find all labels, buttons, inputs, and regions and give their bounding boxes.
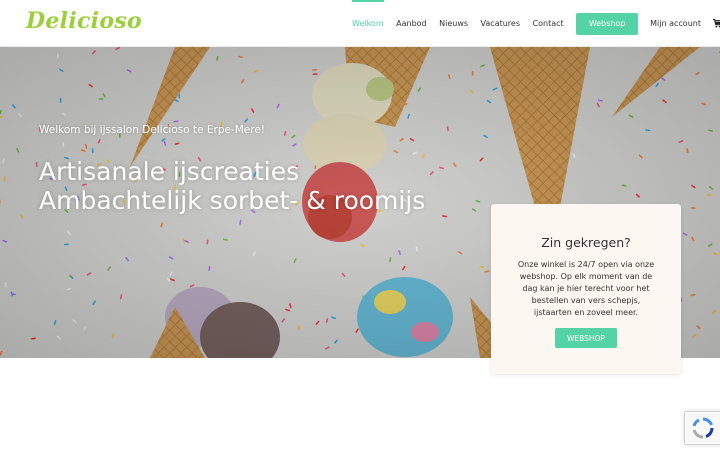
site-header: Delicioso Welkom Aanbod Nieuws Vacatures… <box>0 0 720 47</box>
webshop-button[interactable]: Webshop <box>576 12 639 35</box>
nav-item-aanbod[interactable]: Aanbod <box>396 0 427 47</box>
nav-item-vacatures[interactable]: Vacatures <box>481 0 520 47</box>
main-nav: Welkom Aanbod Nieuws Vacatures Contact W… <box>352 0 720 47</box>
logo[interactable]: Delicioso <box>26 8 142 34</box>
card-webshop-button[interactable]: WEBSHOP <box>555 328 617 348</box>
recaptcha-icon <box>692 417 714 439</box>
nav-item-account[interactable]: Mijn account <box>650 0 701 47</box>
hero-subtitle: Welkom bij ijssalon Delicioso te Erpe-Me… <box>39 124 266 136</box>
nav-item-nieuws[interactable]: Nieuws <box>439 0 468 47</box>
webshop-promo-card: Zin gekregen? Onze winkel is 24/7 open v… <box>491 204 681 374</box>
recaptcha-badge[interactable] <box>684 411 720 445</box>
nav-item-welkom[interactable]: Welkom <box>352 0 384 47</box>
hero-title: Artisanale ijscreaties Ambachtelijk sorb… <box>39 157 426 215</box>
card-text: Onze winkel is 24/7 open via onze websho… <box>517 260 655 317</box>
shopping-cart-icon[interactable] <box>713 19 720 29</box>
nav-item-contact[interactable]: Contact <box>533 0 564 47</box>
card-title: Zin gekregen? <box>541 235 631 250</box>
